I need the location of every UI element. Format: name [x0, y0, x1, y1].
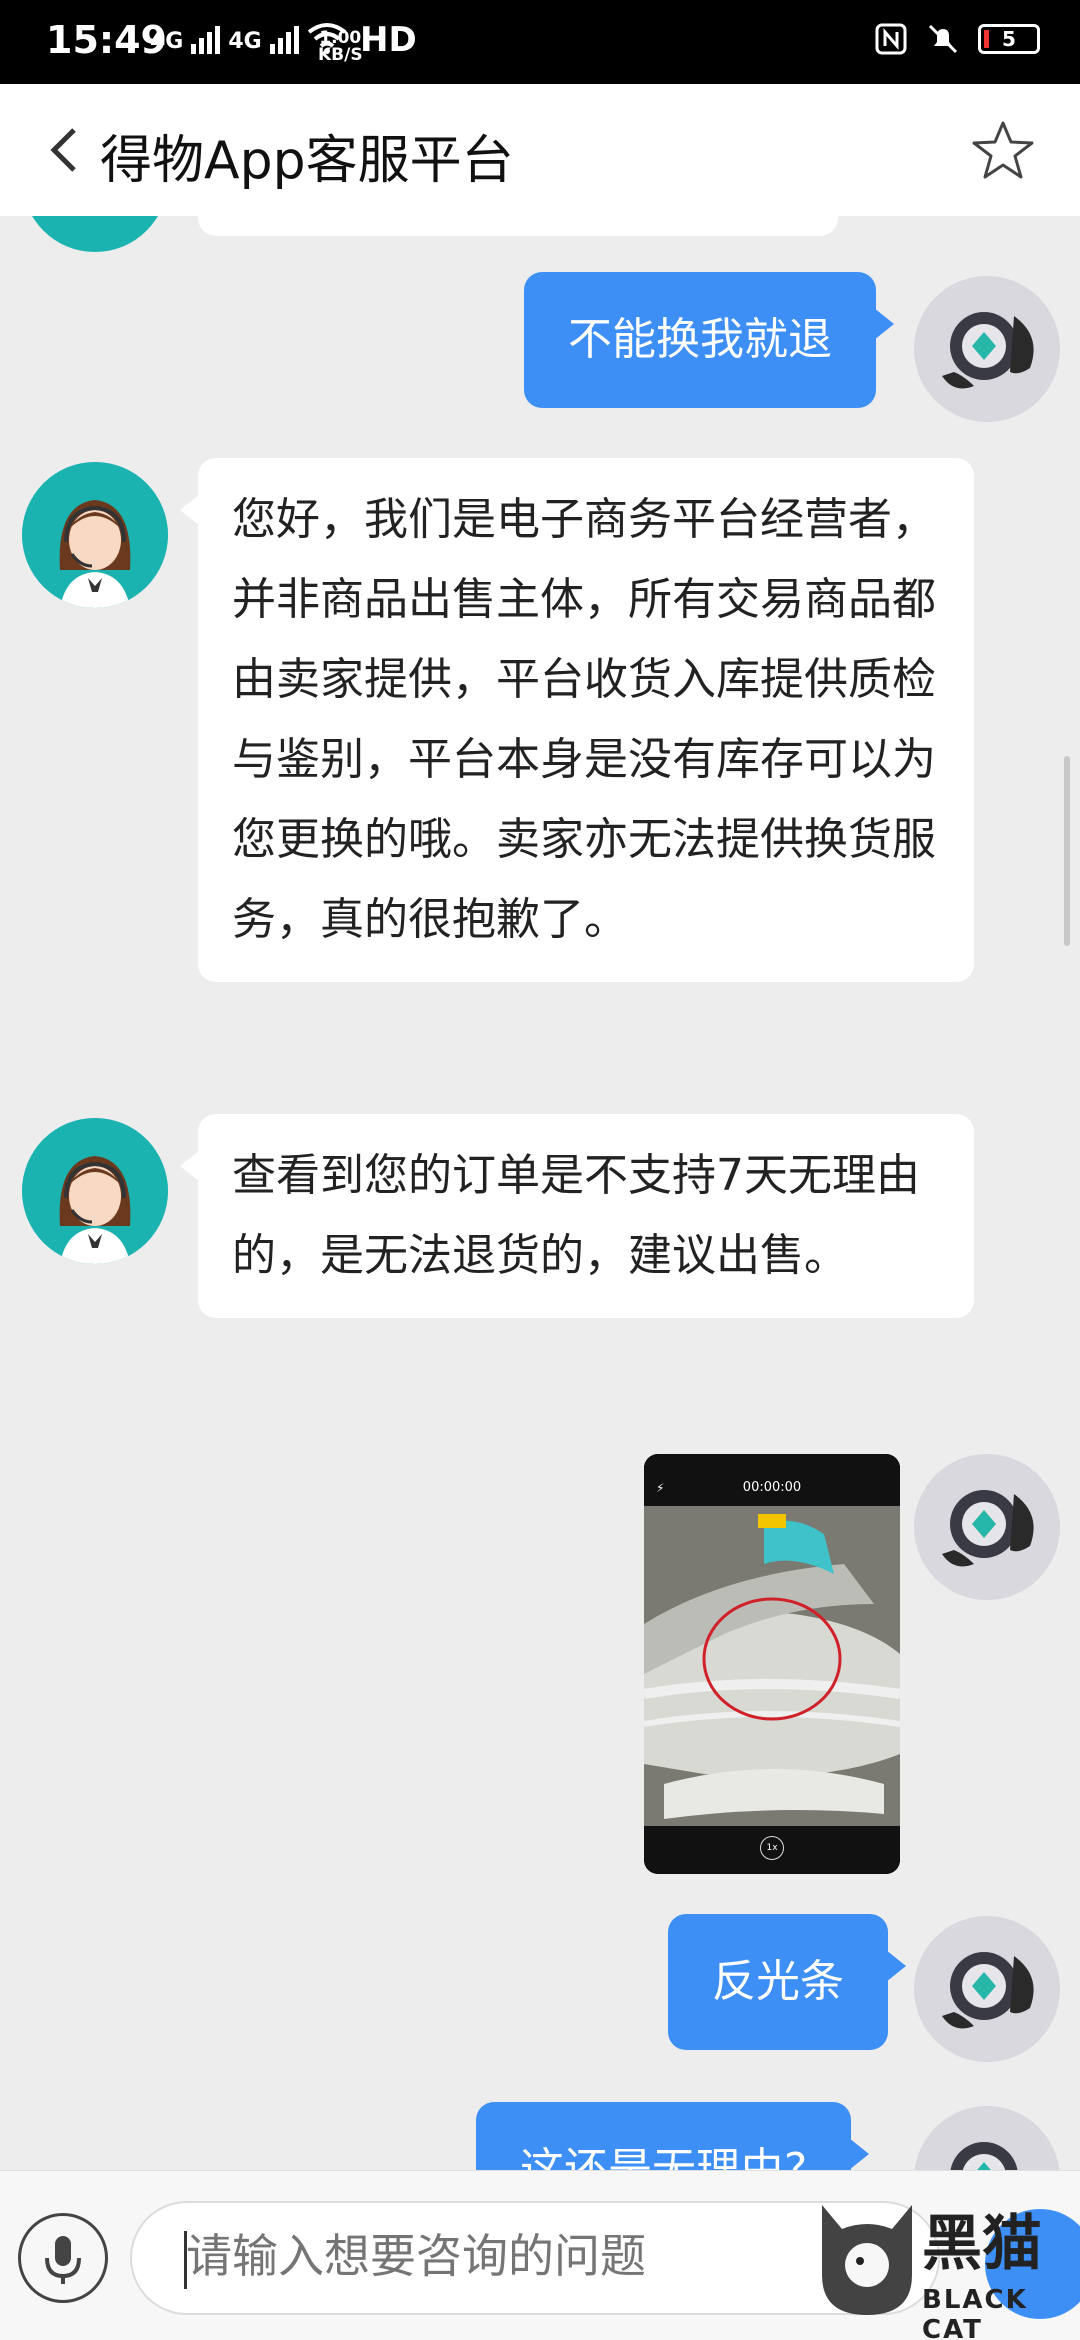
message-text: 这还是无理由? [520, 2144, 808, 2170]
user-avatar[interactable] [914, 2106, 1060, 2170]
speed-unit: KB/S [318, 45, 363, 65]
message-input[interactable] [186, 2229, 906, 2283]
scrollbar-thumb[interactable] [1064, 756, 1070, 946]
agent-avatar-image [22, 462, 168, 608]
back-icon[interactable] [40, 122, 90, 178]
user-avatar-image [914, 1916, 1060, 2062]
user-avatar-image [914, 1454, 1060, 1600]
watermark-subtext: BLACK CAT [922, 2285, 1028, 2340]
agent-avatar[interactable] [22, 462, 168, 608]
mute-icon [928, 24, 958, 54]
voice-button[interactable] [18, 2213, 108, 2303]
previous-message-partial [198, 216, 838, 236]
input-bar: 黑猫 BLACK CAT [0, 2170, 1080, 2340]
message-bubble-agent[interactable]: 查看到您的订单是不支持7天无理由的，是无法退货的，建议出售。 [180, 1114, 974, 1318]
user-avatar[interactable] [914, 1916, 1060, 2062]
agent-avatar-partial [22, 216, 168, 252]
status-time: 15:49 [46, 18, 167, 62]
message-bubble-user[interactable]: 不能换我就退 [524, 272, 894, 408]
network-type-1: 4G [150, 29, 184, 54]
hd-indicator: HD [360, 20, 417, 60]
watermark-text: 黑猫 [922, 2209, 1042, 2279]
microphone-icon [45, 2236, 81, 2284]
network-type-2: 4G [228, 29, 262, 54]
signal-icon-2 [269, 22, 299, 54]
nfc-icon [875, 23, 907, 55]
message-bubble-user[interactable]: 反光条 [668, 1914, 906, 2050]
message-bubble-user[interactable]: 这还是无理由? [476, 2102, 870, 2170]
user-avatar[interactable] [914, 276, 1060, 422]
message-text: 查看到您的订单是不支持7天无理由的，是无法退货的，建议出售。 [232, 1150, 920, 1281]
star-icon[interactable] [970, 118, 1036, 184]
message-text: 反光条 [712, 1956, 844, 2007]
page-title: 得物App客服平台 [100, 131, 514, 191]
user-avatar-image [914, 2106, 1060, 2170]
sneaker-photo: ⚡ [644, 1454, 900, 1874]
message-image[interactable]: ⚡ 00:00:00 1x [644, 1454, 900, 1874]
agent-avatar-image [22, 1118, 168, 1264]
chat-messages[interactable]: 不能换我就退 您好，我们是电子商务平台经营者，并非商品出售主体，所有交易商品都由… [0, 216, 1080, 2170]
photo-zoom-label: 1x [760, 1836, 784, 1860]
status-right: 5 [874, 22, 1040, 56]
user-avatar[interactable] [914, 1454, 1060, 1600]
battery-icon: 5 [978, 24, 1040, 54]
photo-timer: 00:00:00 [742, 1480, 802, 1495]
black-cat-watermark: 黑猫 BLACK CAT [812, 2185, 1080, 2340]
user-avatar-image [914, 276, 1060, 422]
signal-icon [191, 22, 221, 54]
message-text: 您好，我们是电子商务平台经营者，并非商品出售主体，所有交易商品都由卖家提供，平台… [232, 494, 936, 945]
chat-header: 得物App客服平台 [0, 84, 1080, 216]
message-bubble-agent[interactable]: 您好，我们是电子商务平台经营者，并非商品出售主体，所有交易商品都由卖家提供，平台… [180, 458, 974, 982]
network-speed: 1.00 KB/S [318, 30, 363, 64]
black-cat-logo-icon [822, 2205, 912, 2315]
message-text: 不能换我就退 [568, 314, 832, 365]
status-bar: 15:49 4G 4G 1.00 KB/S HD 5 [0, 0, 1080, 84]
agent-avatar[interactable] [22, 1118, 168, 1264]
